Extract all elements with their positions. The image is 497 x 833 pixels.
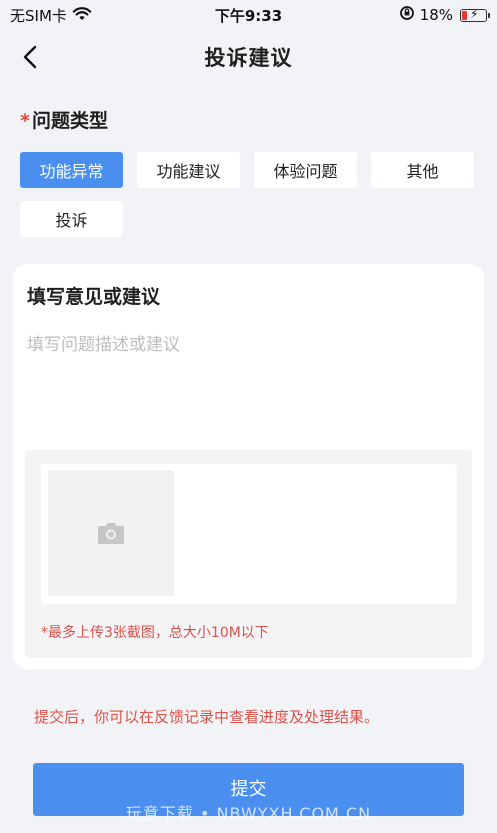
feedback-title: 填写意见或建议: [27, 286, 161, 308]
add-screenshot-button[interactable]: [48, 470, 174, 596]
chevron-left-icon: [23, 45, 37, 69]
issue-type-label-text: 问题类型: [31, 110, 108, 132]
status-right: 18% ⚡: [399, 5, 490, 25]
wifi-icon: [72, 6, 92, 25]
nav-bar: 投诉建议: [0, 30, 497, 84]
upload-zone: *最多上传3张截图，总大小10M以下: [25, 450, 472, 658]
upload-hint: *最多上传3张截图，总大小10M以下: [41, 625, 269, 641]
carrier-text: 无SIM卡: [10, 6, 67, 25]
submit-button[interactable]: 提交: [33, 763, 464, 816]
issue-type-option-complaint[interactable]: 投诉: [20, 201, 123, 237]
feedback-card: 填写意见或建议 *最多上传3张截图，总大小10M以下: [13, 264, 484, 669]
orientation-lock-icon: [399, 5, 415, 25]
submit-note: 提交后，你可以在反馈记录中查看进度及处理结果。: [34, 708, 380, 726]
page-title: 投诉建议: [204, 46, 293, 70]
feedback-input[interactable]: [27, 330, 467, 440]
battery-percent: 18%: [419, 6, 453, 24]
camera-icon: [98, 523, 124, 544]
status-bar: 无SIM卡 下午9:33 18% ⚡: [0, 0, 497, 30]
issue-type-option-function-error[interactable]: 功能异常: [20, 152, 123, 188]
issue-type-option-experience[interactable]: 体验问题: [254, 152, 357, 188]
battery-icon: ⚡: [460, 7, 490, 22]
issue-type-option-other[interactable]: 其他: [371, 152, 474, 188]
back-button[interactable]: [16, 40, 44, 74]
issue-type-label: * 问题类型: [20, 106, 108, 133]
issue-type-options: 功能异常 功能建议 体验问题 其他 投诉: [20, 152, 480, 237]
issue-type-option-function-suggestion[interactable]: 功能建议: [137, 152, 240, 188]
status-left: 无SIM卡: [10, 5, 92, 26]
required-mark: *: [20, 110, 30, 132]
upload-area: [41, 464, 457, 604]
